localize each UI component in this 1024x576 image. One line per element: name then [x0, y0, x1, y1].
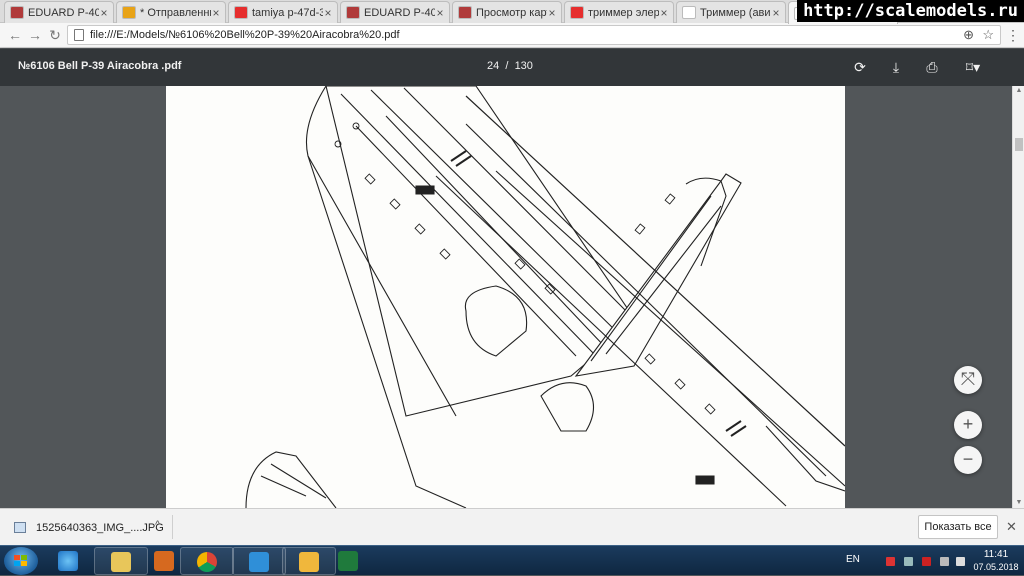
fit-to-page-button[interactable]: ⤧	[954, 366, 982, 394]
tab-title: EDUARD P-400	[364, 6, 435, 19]
download-options-caret[interactable]: ^	[155, 519, 160, 531]
divider	[172, 515, 173, 539]
tab-title: триммер элеро	[588, 6, 659, 19]
browser-menu-button[interactable]: ⋮	[1006, 26, 1020, 44]
tab-title: * Отправленны	[140, 6, 211, 19]
taskbar-excel[interactable]	[322, 547, 376, 575]
tab-1[interactable]: EDUARD P-400 ×	[4, 1, 114, 23]
taskbar-lync[interactable]	[232, 547, 286, 575]
folder-icon	[111, 552, 131, 572]
scrollbar-thumb[interactable]	[1015, 138, 1023, 151]
eduard-favicon	[346, 6, 360, 19]
language-indicator[interactable]: EN	[846, 554, 860, 565]
close-tab-icon[interactable]: ×	[435, 6, 445, 20]
wikipedia-favicon	[682, 6, 696, 19]
close-tab-icon[interactable]: ×	[547, 6, 557, 20]
image-file-icon	[14, 522, 26, 533]
bookmark-menu-icon[interactable]: ⌑▾	[960, 58, 986, 76]
download-shelf: 1525640363_IMG_....JPG ^ Показать все ✕	[0, 508, 1024, 545]
tab-title: Просмотр карт	[476, 6, 547, 19]
tab-4[interactable]: EDUARD P-400 ×	[340, 1, 450, 23]
back-button[interactable]: ←	[7, 27, 23, 43]
tray-network-icon[interactable]	[904, 557, 913, 566]
download-filename[interactable]: 1525640363_IMG_....JPG	[36, 522, 164, 534]
clock-time[interactable]: 11:41	[974, 549, 1018, 560]
yandex-favicon	[234, 6, 248, 19]
tab-7[interactable]: Триммер (авиа ×	[676, 1, 786, 23]
pdf-viewport[interactable]: ⤧ + −	[0, 86, 1012, 508]
pdf-toolbar: №6106 Bell P-39 Airacobra .pdf 24 / 130 …	[0, 49, 1024, 86]
total-pages: 130	[514, 60, 533, 72]
tab-title: EDUARD P-400	[28, 6, 99, 19]
vertical-scrollbar[interactable]: ▲ ▼	[1012, 86, 1024, 508]
windows-flag-icon	[14, 555, 28, 567]
tray-security-icon[interactable]	[922, 557, 931, 566]
lync-icon	[249, 552, 269, 572]
current-page-input[interactable]: 24	[487, 60, 499, 72]
tab-title: Триммер (авиа	[700, 6, 771, 19]
bookmark-star-icon[interactable]: ☆	[982, 26, 994, 44]
windows-taskbar: EN 11:41 07.05.2018	[0, 545, 1024, 575]
tab-2[interactable]: * Отправленны ×	[116, 1, 226, 23]
tray-app-icon[interactable]	[886, 557, 895, 566]
zoom-in-button[interactable]: +	[954, 411, 982, 439]
forward-button[interactable]: →	[27, 27, 43, 43]
reload-button[interactable]: ↻	[47, 27, 63, 43]
tab-title: tamiya p-47d-30	[252, 6, 323, 19]
close-tab-icon[interactable]: ×	[99, 6, 109, 20]
clock-date[interactable]: 07.05.2018	[972, 562, 1020, 572]
browser-toolbar: ← → ↻ file:///E:/Models/№6106%20Bell%20P…	[0, 23, 1024, 48]
tray-volume-icon[interactable]	[956, 557, 965, 566]
print-icon[interactable]: ⎙	[923, 58, 941, 76]
pdf-title: №6106 Bell P-39 Airacobra .pdf	[18, 60, 182, 72]
start-button[interactable]	[4, 547, 38, 575]
eduard-favicon	[10, 6, 24, 19]
watermark: http://scalemodels.ru	[797, 0, 1024, 22]
scroll-up-arrow[interactable]: ▲	[1013, 86, 1024, 96]
zoom-out-button[interactable]: −	[954, 446, 982, 474]
zoom-icon[interactable]: ⊕	[963, 26, 974, 44]
outlook-icon	[299, 552, 319, 572]
mail-favicon	[122, 6, 136, 19]
close-shelf-icon[interactable]: ✕	[1006, 519, 1017, 535]
system-tray: EN 11:41 07.05.2018	[840, 546, 1024, 576]
tab-6[interactable]: триммер элеро ×	[564, 1, 674, 23]
taskbar-chrome[interactable]	[180, 547, 234, 575]
rotate-icon[interactable]: ⟳	[851, 58, 869, 76]
aircraft-drawing	[245, 86, 845, 508]
tab-5[interactable]: Просмотр карт ×	[452, 1, 562, 23]
yandex-favicon	[570, 6, 584, 19]
eduard-favicon	[458, 6, 472, 19]
page-indicator: 24 / 130	[487, 60, 533, 72]
page-separator: /	[505, 60, 509, 72]
internet-explorer-icon	[58, 551, 78, 571]
pdf-page	[166, 86, 845, 508]
media-player-icon	[154, 551, 174, 571]
close-tab-icon[interactable]: ×	[771, 6, 781, 20]
page-icon	[74, 29, 84, 41]
tab-3[interactable]: tamiya p-47d-30×	[228, 1, 338, 23]
address-text: file:///E:/Models/№6106%20Bell%20P-39%20…	[90, 29, 400, 41]
download-icon[interactable]: ⤓	[887, 58, 905, 76]
close-tab-icon[interactable]: ×	[323, 6, 333, 20]
scroll-down-arrow[interactable]: ▼	[1013, 498, 1024, 508]
tray-signal-icon[interactable]	[940, 557, 949, 566]
close-tab-icon[interactable]: ×	[659, 6, 669, 20]
close-tab-icon[interactable]: ×	[211, 6, 221, 20]
chrome-icon	[197, 552, 217, 572]
show-all-downloads-button[interactable]: Показать все	[918, 515, 998, 539]
address-bar[interactable]: file:///E:/Models/№6106%20Bell%20P-39%20…	[67, 25, 1001, 45]
excel-icon	[338, 551, 358, 571]
taskbar-ie[interactable]	[42, 547, 96, 575]
